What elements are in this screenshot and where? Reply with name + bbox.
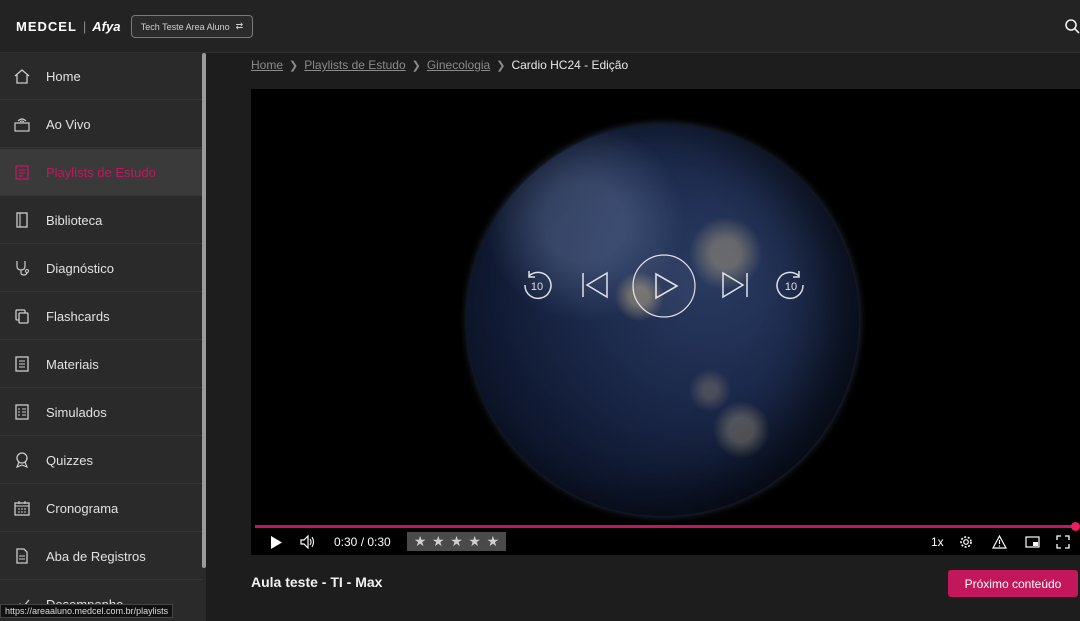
account-switch-label: Tech Teste Area Aluno: [140, 21, 230, 32]
sidebar: Home Ao Vivo Playlists de Estudo Bibliot…: [0, 53, 206, 621]
document-icon: [15, 356, 29, 372]
award-icon: [15, 452, 29, 469]
rewind-10-icon[interactable]: 10: [519, 267, 555, 303]
sidebar-item-label: Quizzes: [46, 452, 93, 468]
status-url: https://areaaluno.medcel.com.br/playlist…: [0, 604, 174, 618]
sidebar-item-label: Flashcards: [46, 308, 110, 324]
star-icon[interactable]: ★: [468, 533, 481, 550]
account-switch-button[interactable]: Tech Teste Area Aluno ⇄: [131, 15, 253, 38]
sidebar-item-ao-vivo[interactable]: Ao Vivo: [0, 101, 202, 148]
sidebar-item-diagnostico[interactable]: Diagnóstico: [0, 245, 202, 292]
sidebar-item-label: Biblioteca: [46, 212, 103, 228]
forward-label: 10: [785, 281, 797, 293]
chevron-right-icon: ❯: [496, 59, 506, 72]
sidebar-item-aba-de-registros[interactable]: Aba de Registros: [0, 533, 202, 580]
stethoscope-icon: [16, 261, 29, 276]
previous-icon[interactable]: [579, 269, 611, 301]
calendar-icon: [14, 501, 30, 516]
brand-medcel: MEDCEL: [16, 19, 77, 34]
progress-bar[interactable]: [255, 522, 1080, 531]
time-display: 0:30 / 0:30: [334, 535, 391, 549]
sidebar-item-label: Cronograma: [46, 500, 119, 516]
forward-10-icon[interactable]: 10: [773, 267, 809, 303]
chevron-right-icon: ❯: [289, 59, 299, 72]
sidebar-item-cronograma[interactable]: Cronograma: [0, 485, 202, 532]
sidebar-item-biblioteca[interactable]: Biblioteca: [0, 197, 202, 244]
breadcrumb: Home ❯ Playlists de Estudo ❯ Ginecologia…: [251, 58, 628, 72]
sidebar-item-label: Diagnóstico: [46, 260, 114, 276]
breadcrumb-home[interactable]: Home: [251, 58, 283, 72]
next-icon[interactable]: [719, 269, 751, 301]
sidebar-item-quizzes[interactable]: Quizzes: [0, 437, 202, 484]
brand-separator: |: [82, 19, 87, 34]
sidebar-scrollbar[interactable]: [202, 53, 206, 568]
control-bar: 0:30 / 0:30 ★ ★ ★ ★ ★ 1x: [251, 530, 1080, 555]
swap-icon: ⇄: [235, 21, 244, 31]
sidebar-item-label: Home: [46, 68, 81, 84]
home-icon: [14, 69, 30, 84]
notes-icon: [16, 548, 28, 564]
star-icon[interactable]: ★: [432, 533, 445, 550]
rating-stars[interactable]: ★ ★ ★ ★ ★: [407, 532, 506, 551]
sidebar-item-label: Ao Vivo: [46, 116, 91, 132]
playback-speed[interactable]: 1x: [931, 535, 944, 549]
play-icon[interactable]: [631, 253, 697, 319]
sidebar-item-label: Playlists de Estudo: [46, 164, 156, 180]
brand-logo[interactable]: MEDCEL | Afya: [16, 19, 120, 34]
search-icon[interactable]: [1064, 18, 1080, 34]
checklist-icon: [15, 404, 29, 420]
picture-in-picture-icon[interactable]: [1025, 536, 1040, 548]
top-bar: MEDCEL | Afya Tech Teste Area Aluno ⇄: [0, 0, 1080, 53]
fullscreen-icon[interactable]: [1056, 535, 1070, 549]
sidebar-item-flashcards[interactable]: Flashcards: [0, 293, 202, 340]
live-icon: [14, 118, 30, 132]
content-title: Aula teste - TI - Max: [251, 574, 383, 590]
star-icon[interactable]: ★: [450, 533, 463, 550]
breadcrumb-current: Cardio HC24 - Edição: [511, 58, 629, 72]
settings-gear-icon[interactable]: [959, 535, 973, 549]
sidebar-item-label: Aba de Registros: [46, 548, 146, 564]
cards-icon: [15, 309, 29, 324]
chevron-right-icon: ❯: [411, 59, 421, 72]
breadcrumb-playlists[interactable]: Playlists de Estudo: [304, 58, 405, 72]
next-content-button[interactable]: Próximo conteúdo: [948, 570, 1078, 597]
video-frame-earth: [467, 124, 859, 516]
warning-icon[interactable]: [992, 535, 1007, 549]
star-icon[interactable]: ★: [487, 533, 500, 550]
sidebar-item-label: Simulados: [46, 404, 107, 420]
rewind-label: 10: [531, 281, 543, 293]
sidebar-item-simulados[interactable]: Simulados: [0, 389, 202, 436]
volume-icon[interactable]: [300, 535, 316, 549]
sidebar-item-playlists[interactable]: Playlists de Estudo: [0, 149, 202, 196]
playlist-icon: [15, 165, 29, 180]
breadcrumb-ginecologia[interactable]: Ginecologia: [427, 58, 490, 72]
book-icon: [16, 212, 28, 228]
sidebar-item-materiais[interactable]: Materiais: [0, 341, 202, 388]
play-small-icon[interactable]: [270, 535, 283, 550]
brand-afya: Afya: [92, 19, 121, 34]
star-icon[interactable]: ★: [414, 533, 427, 550]
sidebar-item-home[interactable]: Home: [0, 53, 202, 100]
sidebar-item-label: Materiais: [46, 356, 99, 372]
video-player[interactable]: 10 10 0:30 / 0:30 ★ ★ ★ ★ ★ 1x: [251, 89, 1080, 555]
